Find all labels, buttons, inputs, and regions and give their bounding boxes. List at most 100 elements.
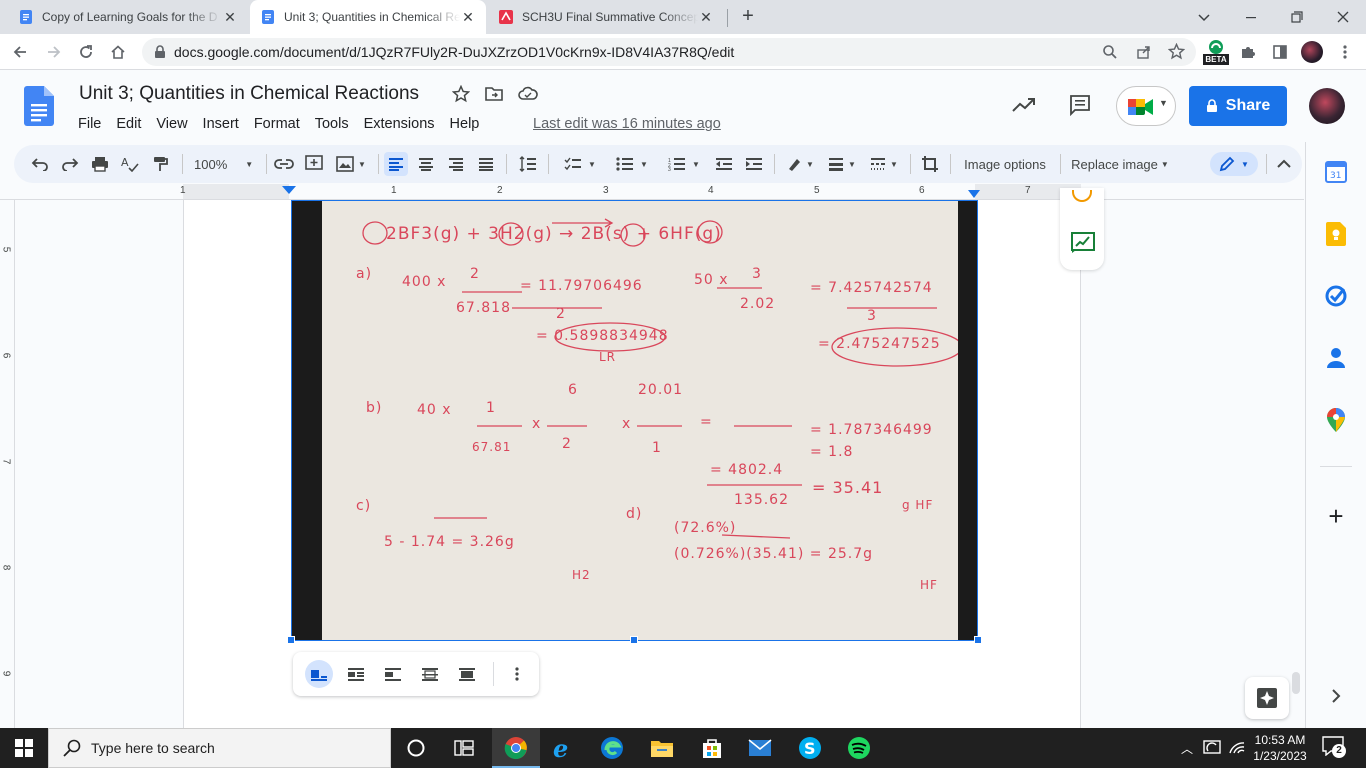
in-front-of-text-icon[interactable] <box>453 660 481 688</box>
comment-history-icon[interactable] <box>1069 94 1091 116</box>
close-tab-icon[interactable]: ✕ <box>460 9 476 25</box>
wrap-inline-icon[interactable] <box>305 660 333 688</box>
menu-view[interactable]: View <box>156 116 187 132</box>
zoom-icon[interactable] <box>1102 44 1118 60</box>
task-view-icon[interactable] <box>450 734 478 762</box>
editing-mode-button[interactable]: ▼ <box>1210 152 1258 176</box>
undo-icon[interactable] <box>28 152 52 176</box>
activity-trend-icon[interactable] <box>1012 96 1036 114</box>
menu-extensions[interactable]: Extensions <box>364 116 435 132</box>
line-spacing-icon[interactable] <box>516 152 540 176</box>
file-explorer-icon[interactable] <box>648 734 676 762</box>
cloud-status-icon[interactable] <box>518 86 538 102</box>
add-addon-icon[interactable]: + <box>1324 501 1348 531</box>
menu-format[interactable]: Format <box>254 116 300 132</box>
close-tab-icon[interactable]: ✕ <box>698 9 714 25</box>
add-comment-icon[interactable] <box>302 152 326 176</box>
border-weight-icon[interactable]: ▼ <box>824 152 860 176</box>
extensions-puzzle-icon[interactable] <box>1240 44 1256 60</box>
align-left-icon[interactable] <box>384 152 408 176</box>
more-vertical-icon[interactable] <box>1337 44 1353 60</box>
resize-handle-bottom-center[interactable] <box>630 636 638 644</box>
replace-image-button[interactable]: Replace image ▼ <box>1068 152 1172 176</box>
docs-logo-icon[interactable] <box>24 86 54 126</box>
menu-help[interactable]: Help <box>450 116 480 132</box>
tray-update-icon[interactable] <box>1203 740 1221 756</box>
image-options-button[interactable]: Image options <box>958 152 1052 176</box>
windows-start-icon[interactable] <box>10 734 38 762</box>
menu-tools[interactable]: Tools <box>315 116 349 132</box>
new-tab-button[interactable]: + <box>738 6 758 27</box>
microsoft-store-icon[interactable] <box>698 734 726 762</box>
align-right-icon[interactable] <box>444 152 468 176</box>
cortana-icon[interactable] <box>402 734 430 762</box>
close-tab-icon[interactable]: ✕ <box>222 9 238 25</box>
close-window-icon[interactable] <box>1335 9 1351 25</box>
menu-file[interactable]: File <box>78 116 101 132</box>
checklist-icon[interactable]: ▼ <box>558 152 602 176</box>
paint-format-icon[interactable] <box>148 152 172 176</box>
home-icon[interactable] <box>104 38 132 66</box>
menu-insert[interactable]: Insert <box>203 116 239 132</box>
edge-icon[interactable] <box>598 734 626 762</box>
browser-tab-learning-goals[interactable]: Copy of Learning Goals for the D ✕ <box>8 0 248 34</box>
system-clock[interactable]: 10:53 AM 1/23/2023 <box>1248 732 1312 764</box>
decrease-indent-icon[interactable] <box>712 152 736 176</box>
crop-icon[interactable] <box>918 152 942 176</box>
justify-icon[interactable] <box>474 152 498 176</box>
behind-text-icon[interactable] <box>416 660 444 688</box>
suggest-edit-icon[interactable] <box>1071 232 1095 254</box>
browser-tab-summative[interactable]: SCH3U Final Summative Concept ✕ <box>488 0 724 34</box>
left-indent-marker[interactable] <box>282 186 296 194</box>
border-color-icon[interactable]: ▼ <box>782 152 818 176</box>
spellcheck-icon[interactable]: A <box>118 152 142 176</box>
scrollbar-thumb[interactable] <box>1292 672 1300 694</box>
reload-icon[interactable] <box>72 38 100 66</box>
zoom-select[interactable]: 100% ▼ <box>194 152 258 176</box>
resize-handle-bottom-right[interactable] <box>974 636 982 644</box>
internet-explorer-icon[interactable]: e <box>550 734 578 762</box>
expand-panel-icon[interactable] <box>1324 684 1348 708</box>
restore-icon[interactable] <box>1289 9 1305 25</box>
wrap-text-icon[interactable] <box>342 660 370 688</box>
google-calendar-icon[interactable]: 31 <box>1324 160 1348 184</box>
resize-handle-bottom-left[interactable] <box>287 636 295 644</box>
move-folder-icon[interactable] <box>485 86 503 102</box>
account-avatar[interactable] <box>1309 88 1345 124</box>
document-title[interactable]: Unit 3; Quantities in Chemical Reactions <box>79 83 419 105</box>
menu-edit[interactable]: Edit <box>116 116 141 132</box>
align-center-icon[interactable] <box>414 152 438 176</box>
vertical-ruler[interactable]: 5 6 7 8 9 <box>0 200 15 728</box>
print-icon[interactable] <box>88 152 112 176</box>
notification-center-icon[interactable]: 2 <box>1322 736 1346 760</box>
collapse-menus-icon[interactable] <box>1272 152 1296 176</box>
tray-chevron-icon[interactable]: ︿ <box>1181 740 1193 757</box>
tab-search-icon[interactable] <box>1196 9 1212 25</box>
omnibox[interactable]: docs.google.com/document/d/1JQzR7FUly2R-… <box>142 38 1196 66</box>
more-options-icon[interactable] <box>503 660 531 688</box>
increase-indent-icon[interactable] <box>742 152 766 176</box>
forward-icon[interactable] <box>40 38 68 66</box>
right-indent-marker[interactable] <box>968 190 980 198</box>
minimize-icon[interactable] <box>1243 9 1259 25</box>
extension-beta-icon[interactable]: BETA <box>1203 39 1229 65</box>
star-icon[interactable] <box>452 85 470 103</box>
inserted-photo[interactable]: 2BF3(g) + 3H2(g) → 2B(s) + 6HF(g) a) 400… <box>292 200 978 640</box>
profile-avatar[interactable] <box>1301 41 1323 63</box>
explore-button[interactable] <box>1245 677 1289 719</box>
taskbar-search-box[interactable]: Type here to search <box>48 728 391 768</box>
google-tasks-icon[interactable] <box>1324 284 1348 308</box>
back-icon[interactable] <box>6 38 34 66</box>
google-keep-icon[interactable] <box>1324 222 1348 246</box>
mail-icon[interactable] <box>746 734 774 762</box>
insert-link-icon[interactable] <box>272 152 296 176</box>
border-dash-icon[interactable]: ▼ <box>866 152 902 176</box>
meet-button[interactable]: ▼ <box>1116 86 1176 126</box>
share-button[interactable]: Share <box>1189 86 1287 126</box>
break-text-icon[interactable] <box>379 660 407 688</box>
google-maps-icon[interactable] <box>1324 408 1348 432</box>
taskbar-chrome-active[interactable] <box>492 728 540 768</box>
last-edit-link[interactable]: Last edit was 16 minutes ago <box>533 116 721 132</box>
browser-tab-unit-3[interactable]: Unit 3; Quantities in Chemical Re ✕ <box>250 0 486 34</box>
bookmark-star-icon[interactable] <box>1168 43 1185 60</box>
